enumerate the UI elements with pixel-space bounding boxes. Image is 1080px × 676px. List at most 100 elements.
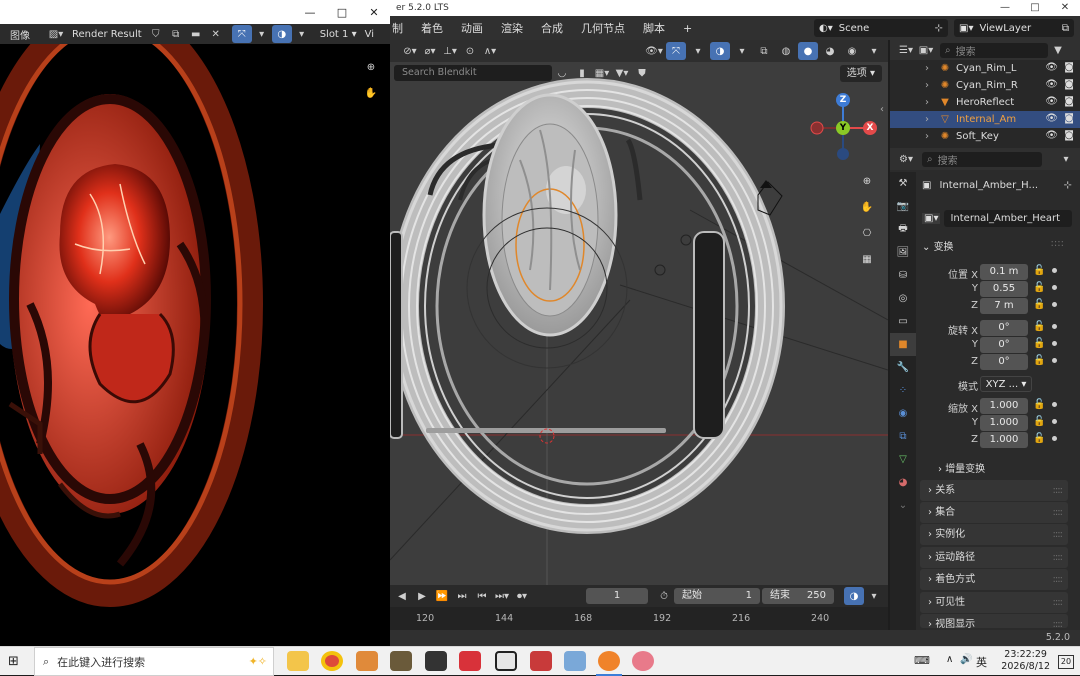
jump-start-icon[interactable]: ◀: [392, 587, 412, 605]
slot-dropdown[interactable]: Slot 1 ▾: [320, 29, 357, 40]
outliner-item[interactable]: › ✺ Cyan_Rim_L 👁 ◙: [890, 60, 1080, 77]
rotation-mode-dropdown[interactable]: XYZ ... ▾: [980, 376, 1032, 392]
prev-keyframe-icon[interactable]: ⏮: [472, 587, 492, 605]
minimize-button[interactable]: —: [990, 0, 1020, 16]
windows-start-icon[interactable]: ⊞: [8, 654, 19, 669]
keyframe-dot-icon[interactable]: [1052, 302, 1057, 307]
outliner-editor-type-icon[interactable]: ☰▾: [896, 41, 916, 59]
world-tab-icon[interactable]: ◎: [890, 287, 916, 310]
panel-motion-paths[interactable]: › 运动路径::::: [920, 547, 1068, 568]
proportional-edit-icon[interactable]: ⊙: [460, 42, 480, 60]
light-icon[interactable]: [654, 264, 666, 276]
tab-scripting[interactable]: 脚本: [634, 20, 674, 36]
eye-icon[interactable]: 👁: [1045, 62, 1058, 73]
transform-pivot-icon[interactable]: ⊘▾: [400, 42, 420, 60]
outliner-item[interactable]: › ✺ Soft_Key 👁 ◙: [890, 128, 1080, 145]
expand-arrow-icon[interactable]: ›: [920, 131, 934, 142]
object-datablock[interactable]: ▣▾ Internal_Amber_Heart: [922, 210, 1072, 227]
close-button[interactable]: ✕: [1050, 0, 1080, 16]
current-frame-field[interactable]: 1: [586, 588, 648, 604]
neg-z-axis-handle[interactable]: [837, 148, 849, 160]
options-dropdown[interactable]: 选项 ▾: [839, 65, 882, 82]
tab-shading[interactable]: 着色: [412, 20, 452, 36]
blendkit-dropdown-icon[interactable]: ◡: [552, 64, 572, 82]
keying-icon[interactable]: ◑: [844, 587, 864, 605]
tab-geometry-nodes[interactable]: 几何节点: [572, 20, 634, 36]
keyboard-icon[interactable]: ⌨: [914, 654, 930, 667]
render-image[interactable]: [0, 44, 390, 646]
panel-collections[interactable]: › 集合::::: [920, 502, 1068, 523]
camera-icon[interactable]: ◙: [1064, 130, 1074, 141]
constraints-tab-icon[interactable]: ⧉: [890, 425, 916, 448]
sidebar-toggle-icon[interactable]: ‹: [880, 104, 884, 115]
tab-animation[interactable]: 动画: [452, 20, 492, 36]
location-y-field[interactable]: 0.55: [980, 281, 1028, 297]
light-icon[interactable]: [680, 234, 692, 246]
blendkit-search-input[interactable]: Search Blendkit: [394, 65, 552, 81]
view-layer-dropdown-fragment[interactable]: Vi: [365, 29, 374, 40]
unlink-icon[interactable]: ✕: [206, 25, 226, 43]
view-layer-selector[interactable]: ▣▾ ViewLayer ⧉: [954, 19, 1074, 37]
object-type-icon[interactable]: ▣▾: [922, 213, 941, 224]
modifier-tab-icon[interactable]: 🔧: [890, 356, 916, 379]
neg-x-axis-handle[interactable]: [810, 121, 824, 135]
auto-key-icon[interactable]: ⏺▾: [512, 587, 532, 605]
camera-icon[interactable]: ◙: [1064, 96, 1074, 107]
expand-arrow-icon[interactable]: ›: [920, 97, 934, 108]
filter-icon[interactable]: ▼: [1048, 41, 1068, 59]
snap-icon[interactable]: ⌀▾: [420, 42, 440, 60]
lock-icon[interactable]: 🔓: [1033, 265, 1045, 276]
lock-icon[interactable]: 🔓: [1033, 282, 1045, 293]
gizmo-menu-icon[interactable]: ▾: [252, 25, 272, 43]
expand-arrow-icon[interactable]: ›: [920, 80, 934, 91]
camera-icon[interactable]: ◙: [1064, 113, 1074, 124]
lock-icon[interactable]: 🔓: [1033, 355, 1045, 366]
app-icon[interactable]: [564, 651, 586, 671]
transform-panel-header[interactable]: ⌄ 变换 ::::: [922, 238, 1070, 253]
lock-icon[interactable]: 🔓: [1033, 416, 1045, 427]
pan-hand-icon[interactable]: ✋: [360, 82, 382, 104]
pin-icon[interactable]: ⊹: [1064, 180, 1072, 191]
panel-grip-icon[interactable]: ::::: [1053, 502, 1064, 523]
outliner-item[interactable]: › ▼ HeroReflect 👁 ◙: [890, 94, 1080, 111]
tab-compositing[interactable]: 合成: [532, 20, 572, 36]
app-icon[interactable]: [390, 651, 412, 671]
scale-y-field[interactable]: 1.000: [980, 415, 1028, 431]
camera-icon[interactable]: ◙: [1064, 79, 1074, 90]
maximize-button[interactable]: □: [326, 6, 358, 19]
tab-modeling[interactable]: 制: [390, 20, 412, 36]
minimize-button[interactable]: —: [294, 6, 326, 19]
rotation-z-field[interactable]: 0°: [980, 354, 1028, 370]
filter-icon[interactable]: ▼▾: [612, 64, 632, 82]
gizmo-toggle-icon[interactable]: ⤧: [231, 25, 252, 43]
properties-options-icon[interactable]: ▾: [1056, 150, 1076, 168]
render-tab-icon[interactable]: 📷: [890, 195, 916, 218]
properties-search-input[interactable]: ⌕ 搜索: [922, 151, 1042, 167]
ortho-grid-icon[interactable]: ▦: [856, 248, 878, 270]
app-icon[interactable]: [530, 651, 552, 671]
rotation-y-field[interactable]: 0°: [980, 337, 1028, 353]
open-folder-icon[interactable]: ▬: [186, 25, 206, 43]
snap-target-icon[interactable]: ⊥▾: [440, 42, 460, 60]
new-image-icon[interactable]: ⧉: [166, 25, 186, 43]
timeline-ruler[interactable]: 120 144 168 192 216 240: [390, 607, 888, 630]
shading-menu-icon[interactable]: ▾: [864, 42, 884, 60]
end-frame-field[interactable]: 结束 250: [762, 588, 834, 604]
overlay-menu-icon[interactable]: ▾: [732, 42, 752, 60]
lock-icon[interactable]: 🔓: [1033, 338, 1045, 349]
eye-icon[interactable]: 👁: [1045, 79, 1058, 90]
view-layer-tab-icon[interactable]: 🖼: [890, 241, 916, 264]
bookmark-icon[interactable]: ▮: [572, 64, 592, 82]
panel-grip-icon[interactable]: ::::: [1053, 569, 1064, 590]
eye-icon[interactable]: 👁: [1045, 130, 1058, 141]
keyframe-dot-icon[interactable]: [1052, 419, 1057, 424]
left-pillar[interactable]: [390, 231, 403, 439]
overlay-toggle-icon[interactable]: ◑: [710, 42, 730, 60]
chrome-icon[interactable]: [321, 651, 343, 671]
pan-hand-icon[interactable]: ✋: [856, 196, 878, 218]
outliner-search-input[interactable]: ⌕ 搜索: [940, 42, 1048, 58]
properties-editor-type-icon[interactable]: ⚙▾: [896, 150, 916, 168]
image-browse-icon[interactable]: ▨▾: [46, 25, 66, 43]
camera-view-icon[interactable]: ⎔: [856, 222, 878, 244]
expand-arrow-icon[interactable]: ›: [920, 63, 934, 74]
